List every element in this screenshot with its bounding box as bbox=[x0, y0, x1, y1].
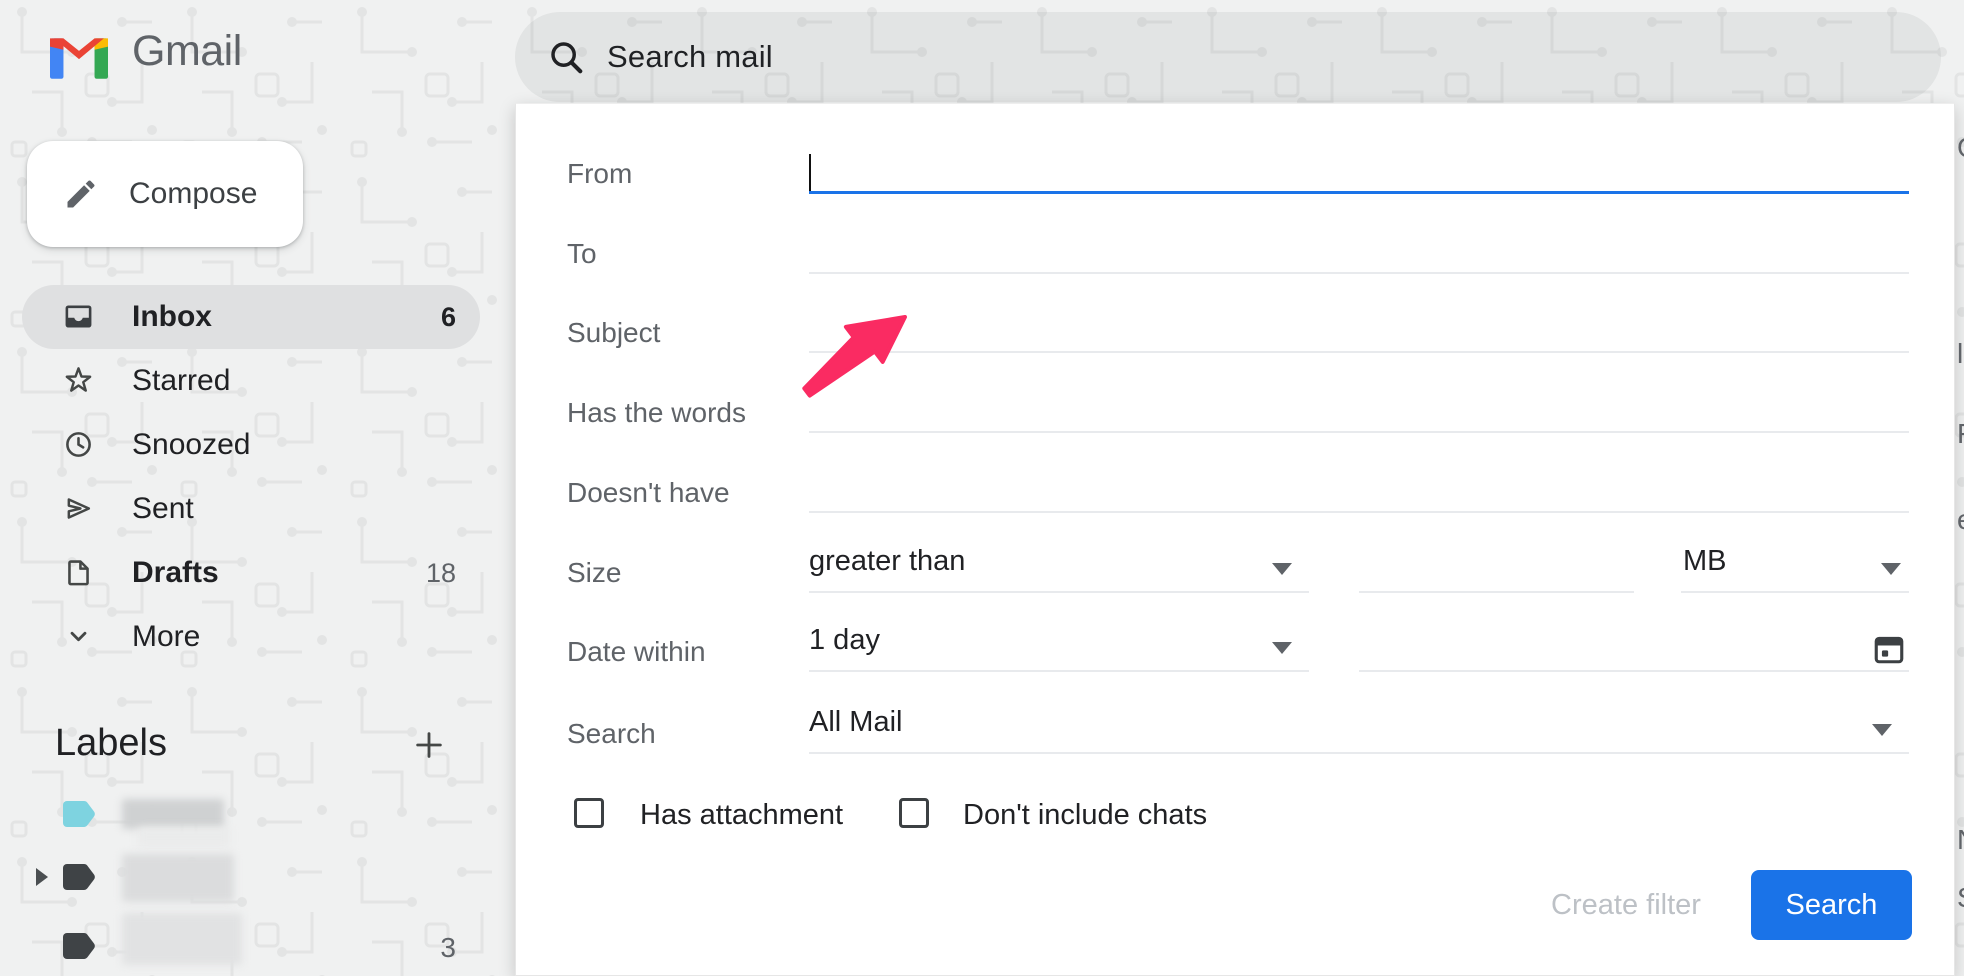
dropdown-arrow-icon bbox=[1272, 563, 1292, 575]
drafts-count-badge: 18 bbox=[372, 558, 456, 589]
search-scope-label: Search bbox=[567, 718, 656, 750]
label-tag-icon bbox=[63, 933, 95, 959]
sidebar-item-drafts[interactable]: Drafts 18 bbox=[0, 541, 505, 605]
label-tag-icon bbox=[63, 864, 95, 890]
has-words-label: Has the words bbox=[567, 397, 746, 429]
edge-text-fragment: S bbox=[1957, 882, 1964, 914]
label-tag-icon bbox=[63, 801, 95, 827]
create-label-button[interactable] bbox=[412, 728, 446, 762]
to-input[interactable] bbox=[809, 226, 1909, 274]
redacted-label-name bbox=[138, 827, 230, 847]
search-scope-select[interactable]: All Mail bbox=[809, 706, 1909, 754]
subject-label: Subject bbox=[567, 317, 660, 349]
sidebar-item-label: More bbox=[132, 620, 200, 654]
pencil-icon bbox=[63, 176, 99, 212]
sidebar-item-label: Starred bbox=[132, 364, 230, 398]
date-underline bbox=[1359, 670, 1909, 672]
subject-input[interactable] bbox=[809, 305, 1909, 353]
edge-text-fragment: e bbox=[1957, 504, 1964, 536]
size-operator-select[interactable]: greater than bbox=[809, 545, 1309, 593]
doesnt-have-input[interactable] bbox=[809, 465, 1909, 513]
search-input-placeholder: Search mail bbox=[607, 39, 773, 75]
size-label: Size bbox=[567, 557, 621, 589]
search-button[interactable]: Search bbox=[1751, 870, 1912, 940]
advanced-search-panel: From To Subject Has the words Doesn't ha… bbox=[515, 103, 1955, 976]
gmail-app: Gmail Search mail Compose Inbox 6 Starre… bbox=[0, 0, 1964, 976]
dropdown-arrow-icon bbox=[1272, 642, 1292, 654]
no-chats-label: Don't include chats bbox=[963, 799, 1207, 832]
sidebar-item-inbox[interactable]: Inbox 6 bbox=[0, 285, 505, 349]
size-unit-underline bbox=[1681, 591, 1909, 593]
from-input[interactable] bbox=[809, 146, 1909, 194]
compose-label: Compose bbox=[129, 177, 257, 211]
calendar-icon[interactable] bbox=[1872, 632, 1906, 666]
expand-label-icon[interactable] bbox=[36, 868, 48, 886]
search-scope-underline bbox=[809, 752, 1909, 754]
sidebar-label-item-3[interactable]: 3 bbox=[0, 925, 505, 976]
sidebar-label-item-2[interactable] bbox=[0, 858, 505, 916]
date-input[interactable] bbox=[1359, 624, 1909, 672]
inbox-count-badge: 6 bbox=[372, 302, 456, 333]
redacted-label-name bbox=[122, 913, 242, 965]
edge-text-fragment: F bbox=[1957, 418, 1964, 450]
sidebar-item-label: Sent bbox=[132, 492, 194, 526]
sidebar-item-label: Drafts bbox=[132, 556, 219, 590]
date-within-label: Date within bbox=[567, 636, 706, 668]
search-icon bbox=[547, 38, 585, 76]
send-icon bbox=[63, 493, 94, 524]
compose-button[interactable]: Compose bbox=[27, 141, 303, 247]
doesnt-have-label: Doesn't have bbox=[567, 477, 730, 509]
annotation-arrow bbox=[790, 300, 920, 410]
sidebar-label-item-1[interactable] bbox=[0, 795, 505, 853]
draft-icon bbox=[63, 557, 94, 588]
size-value-input[interactable] bbox=[1359, 545, 1634, 593]
search-button-label: Search bbox=[1786, 889, 1878, 922]
to-label: To bbox=[567, 238, 597, 270]
edge-text-fragment: l bbox=[1957, 338, 1963, 370]
from-label: From bbox=[567, 158, 632, 190]
redacted-label-name bbox=[122, 854, 234, 902]
clock-icon bbox=[63, 429, 94, 460]
gmail-wordmark: Gmail bbox=[132, 27, 242, 76]
sidebar-item-label: Inbox bbox=[132, 300, 212, 334]
size-unit-select[interactable]: MB bbox=[1681, 545, 1909, 593]
labels-section-title: Labels bbox=[55, 722, 167, 765]
sidebar-item-sent[interactable]: Sent bbox=[0, 477, 505, 541]
star-icon bbox=[63, 365, 94, 396]
sidebar-item-label: Snoozed bbox=[132, 428, 250, 462]
sidebar-item-more[interactable]: More bbox=[0, 605, 505, 669]
edge-text-fragment: G bbox=[1957, 132, 1964, 164]
to-underline bbox=[809, 272, 1909, 274]
has-words-input[interactable] bbox=[809, 385, 1909, 433]
from-focus-underline bbox=[809, 191, 1909, 194]
gmail-logo-icon[interactable] bbox=[50, 33, 108, 79]
doesnt-have-underline bbox=[809, 511, 1909, 513]
has-words-underline bbox=[809, 431, 1909, 433]
has-attachment-label: Has attachment bbox=[640, 799, 843, 832]
sidebar-item-starred[interactable]: Starred bbox=[0, 349, 505, 413]
date-range-underline bbox=[809, 670, 1309, 672]
subject-underline bbox=[809, 351, 1909, 353]
label-count-badge: 3 bbox=[372, 932, 456, 964]
date-range-select[interactable]: 1 day bbox=[809, 624, 1309, 672]
dropdown-arrow-icon bbox=[1872, 724, 1892, 736]
dropdown-arrow-icon bbox=[1881, 563, 1901, 575]
create-filter-button[interactable]: Create filter bbox=[1516, 889, 1736, 925]
search-bar[interactable]: Search mail bbox=[515, 12, 1941, 102]
redacted-label-name bbox=[122, 799, 224, 829]
has-attachment-checkbox[interactable] bbox=[574, 798, 604, 828]
edge-text-fragment: N bbox=[1957, 824, 1964, 856]
size-value-underline bbox=[1359, 591, 1634, 593]
no-chats-checkbox[interactable] bbox=[899, 798, 929, 828]
inbox-icon bbox=[63, 301, 94, 332]
size-operator-underline bbox=[809, 591, 1309, 593]
text-cursor bbox=[809, 154, 811, 192]
sidebar-item-snoozed[interactable]: Snoozed bbox=[0, 413, 505, 477]
chevron-down-icon bbox=[63, 621, 94, 652]
